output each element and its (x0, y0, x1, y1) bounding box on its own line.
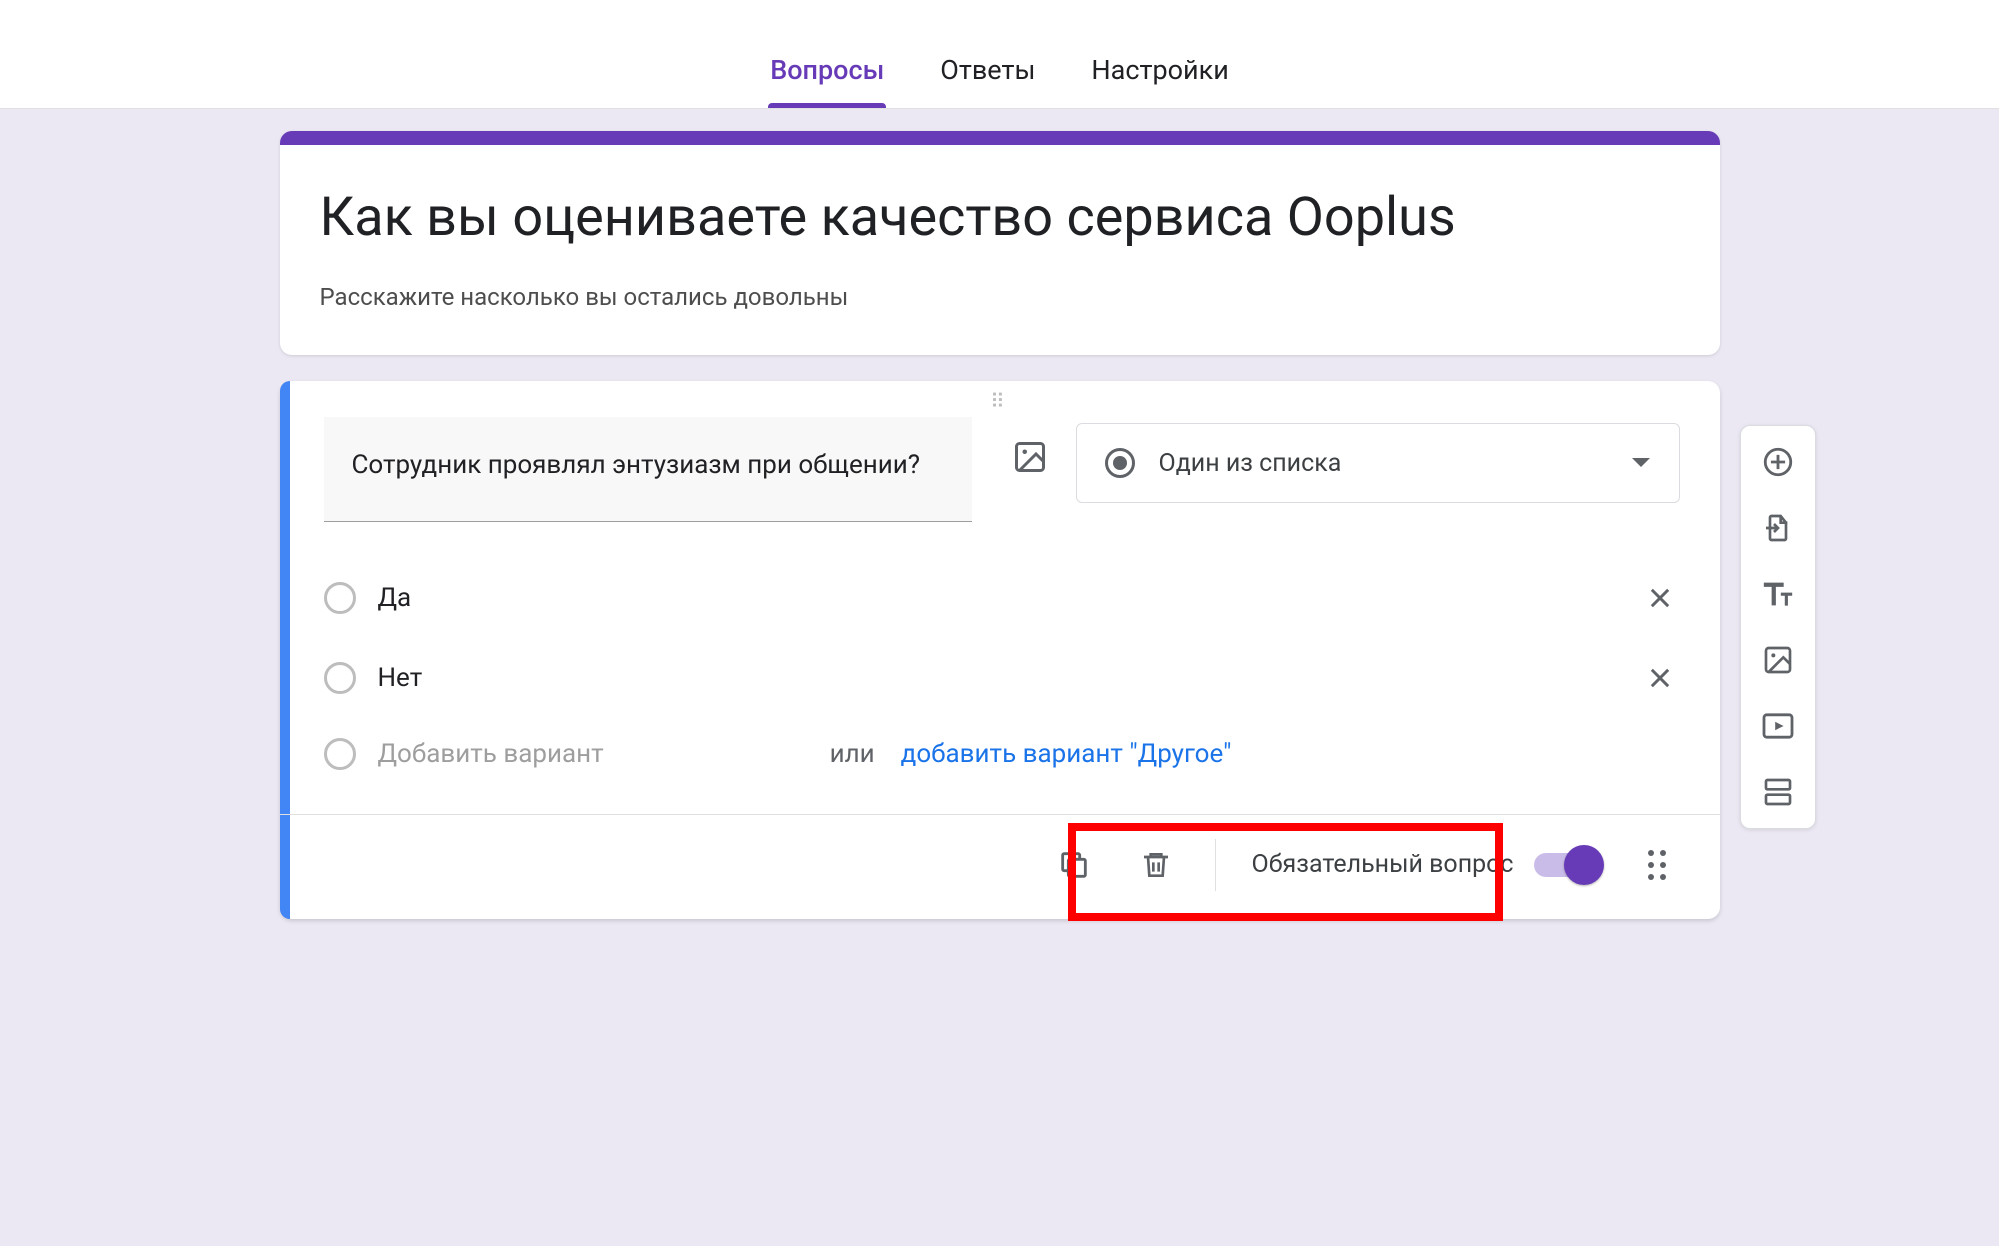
more-vertical-icon (1648, 850, 1666, 880)
required-toggle[interactable] (1534, 853, 1598, 877)
question-more-menu[interactable] (1634, 842, 1680, 888)
tabs-bar: Вопросы Ответы Настройки (0, 0, 1999, 109)
section-icon (1762, 777, 1794, 807)
question-title-input[interactable]: Сотрудник проявлял энтузиазм при общении… (324, 417, 972, 522)
duplicate-question-button[interactable] (1051, 842, 1097, 888)
toggle-knob (1564, 845, 1604, 885)
tab-questions[interactable]: Вопросы (770, 54, 884, 108)
add-video-button[interactable] (1754, 702, 1802, 750)
form-canvas: Как вы оцениваете качество сервиса Ooplu… (0, 109, 1999, 1246)
import-icon (1762, 512, 1794, 544)
copy-icon (1057, 848, 1091, 882)
add-option-placeholder[interactable]: Добавить вариант (378, 739, 804, 769)
option-text[interactable]: Да (378, 583, 1618, 613)
add-title-button[interactable] (1754, 570, 1802, 618)
required-toggle-group: Обязательный вопрос (1252, 850, 1598, 879)
or-text: или (830, 739, 875, 769)
remove-option-button[interactable] (1640, 578, 1680, 618)
drag-handle-icon[interactable]: ⠿ (280, 381, 1720, 417)
remove-option-button[interactable] (1640, 658, 1680, 698)
import-questions-button[interactable] (1754, 504, 1802, 552)
close-icon (1646, 584, 1674, 612)
question-type-label: Один из списка (1159, 449, 1607, 478)
delete-question-button[interactable] (1133, 842, 1179, 888)
trash-icon (1140, 847, 1172, 883)
side-toolbar (1740, 425, 1816, 829)
video-icon (1761, 712, 1795, 740)
form-header-card[interactable]: Как вы оцениваете качество сервиса Ooplu… (280, 131, 1720, 355)
option-row[interactable]: Нет (324, 638, 1680, 718)
option-row[interactable]: Да (324, 558, 1680, 638)
tab-settings[interactable]: Настройки (1091, 54, 1228, 108)
question-type-select[interactable]: Один из списка (1076, 423, 1680, 503)
chevron-down-icon (1631, 457, 1651, 469)
tab-responses[interactable]: Ответы (940, 54, 1035, 108)
image-icon (1012, 439, 1048, 475)
add-section-button[interactable] (1754, 768, 1802, 816)
add-option-row: Добавить вариант или добавить вариант "Д… (324, 718, 1680, 790)
add-question-image-button[interactable] (1004, 431, 1056, 483)
question-title-text: Сотрудник проявлял энтузиазм при общении… (352, 445, 944, 487)
form-description[interactable]: Расскажите насколько вы остались довольн… (320, 283, 1680, 311)
add-other-option-link[interactable]: добавить вариант "Другое" (901, 739, 1232, 769)
radio-icon (1105, 448, 1135, 478)
question-footer: Обязательный вопрос (280, 814, 1720, 919)
add-image-button[interactable] (1754, 636, 1802, 684)
add-question-button[interactable] (1754, 438, 1802, 486)
divider (1215, 839, 1216, 891)
radio-outline-icon (324, 582, 356, 614)
text-icon (1761, 579, 1795, 609)
required-label: Обязательный вопрос (1252, 850, 1514, 879)
plus-circle-icon (1761, 445, 1795, 479)
image-icon (1762, 644, 1794, 676)
radio-outline-icon (324, 738, 356, 770)
option-text[interactable]: Нет (378, 663, 1618, 693)
options-list: Да Нет Добавить вариант (324, 558, 1680, 790)
question-card: ⠿ Сотрудник проявлял энтузиазм при общен… (280, 381, 1720, 919)
close-icon (1646, 664, 1674, 692)
form-title[interactable]: Как вы оцениваете качество сервиса Ooplu… (320, 183, 1680, 253)
radio-outline-icon (324, 662, 356, 694)
